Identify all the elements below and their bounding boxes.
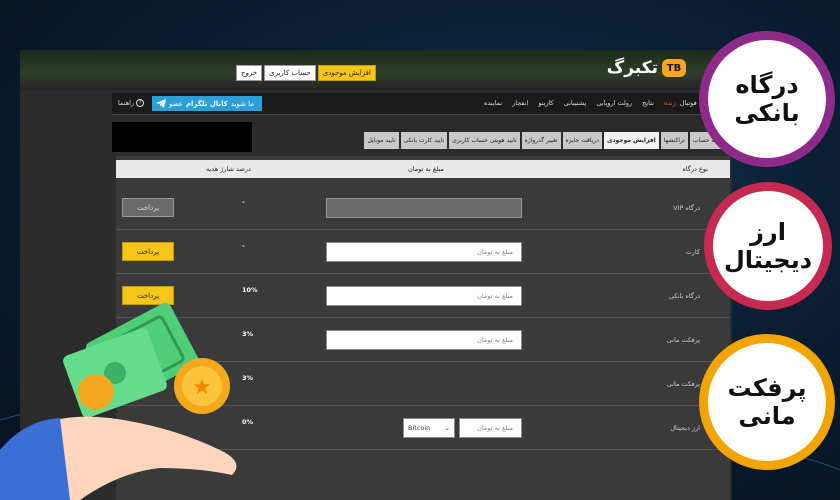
table-header: نوع درگاه مبلغ به تومان درصد شارژ هدیه bbox=[116, 160, 730, 178]
amount-input[interactable]: مبلغ به تومان bbox=[326, 330, 522, 350]
nav-items: پیش‌بینی فوتبال زنده نتایج رولت اروپایی … bbox=[484, 99, 722, 107]
deposit-button[interactable]: افزایش موجودی bbox=[317, 65, 376, 81]
account-button[interactable]: حساب کاربری bbox=[264, 65, 316, 81]
tab-transactions[interactable]: تراکنشها bbox=[660, 132, 688, 149]
badge-crypto-label: ارز دیجیتال bbox=[713, 191, 823, 301]
tab-deposit[interactable]: افزایش موجودی bbox=[603, 132, 659, 149]
nav-item-crash[interactable]: انفجار bbox=[512, 99, 528, 107]
live-badge: زنده bbox=[663, 99, 676, 107]
header-bonus: درصد شارژ هدیه bbox=[206, 165, 251, 173]
nav-item-agent[interactable]: نماینده bbox=[484, 99, 502, 107]
telegram-icon bbox=[156, 99, 166, 108]
amount-input[interactable]: مبلغ به تومان bbox=[326, 242, 522, 262]
amount-input[interactable]: مبلغ به تومان bbox=[459, 418, 522, 438]
header-gateway: نوع درگاه bbox=[682, 165, 708, 173]
badge-perfect-money: پرفکت مانی bbox=[699, 334, 835, 470]
pay-button[interactable]: پرداخت bbox=[122, 198, 174, 217]
table-row: کارت مبلغ به تومان - پرداخت bbox=[116, 230, 730, 274]
site-header: خروج حساب کاربری افزایش موجودی تکبرگ TB bbox=[20, 50, 732, 90]
badge-bank-gateway-label: درگاه بانکی bbox=[708, 40, 826, 158]
header-amount: مبلغ به تومان bbox=[408, 165, 444, 173]
gateway-label: VIP درگاه bbox=[673, 204, 700, 212]
tab-password[interactable]: تغییر گذرواژه bbox=[521, 132, 561, 149]
svg-text:★: ★ bbox=[192, 375, 212, 400]
help-link[interactable]: راهنما ? bbox=[118, 99, 145, 107]
bonus-percent: 10% bbox=[242, 286, 258, 294]
nav-item-support[interactable]: پشتیبانی bbox=[564, 99, 587, 107]
pay-button[interactable]: پرداخت bbox=[122, 242, 174, 261]
tab-prize[interactable]: دریافت جایزه bbox=[562, 132, 602, 149]
gateway-label: درگاه بانکی bbox=[668, 292, 700, 300]
nav-item-casino[interactable]: کازینو bbox=[538, 99, 553, 107]
account-buttons: خروج حساب کاربری افزایش موجودی bbox=[236, 65, 376, 81]
gateway-label: پرفکت مانی bbox=[666, 336, 700, 344]
currency-value: Bitcoin bbox=[408, 424, 431, 432]
amount-input[interactable]: مبلغ به تومان bbox=[326, 286, 522, 306]
gateway-label: پرفکت مانی bbox=[666, 380, 700, 388]
redacted-area bbox=[112, 122, 252, 152]
main-nav: راهنما ? عضو کانال تلگرام ما شوید پیش‌بی… bbox=[112, 93, 732, 115]
nav-item-results[interactable]: نتایج bbox=[642, 99, 654, 107]
logout-button[interactable]: خروج bbox=[236, 65, 263, 81]
telegram-strong: کانال تلگرام bbox=[185, 99, 228, 108]
nav-item-roulette[interactable]: رولت اروپایی bbox=[596, 99, 632, 107]
logo-text: تکبرگ bbox=[606, 58, 658, 78]
bonus-percent: - bbox=[242, 242, 245, 250]
badge-bank-gateway: درگاه بانکی bbox=[699, 31, 835, 167]
gateway-label: کارت bbox=[685, 248, 700, 256]
badge-perfect-money-label: پرفکت مانی bbox=[708, 343, 826, 461]
telegram-suffix: ما شوید bbox=[230, 99, 255, 108]
currency-select[interactable]: Bitcoin ⌄ bbox=[403, 418, 455, 438]
gateway-label: ارز دیجیتال bbox=[670, 424, 700, 432]
amount-input bbox=[326, 198, 522, 218]
tab-identity[interactable]: تایید هویتی حساب کاربری bbox=[449, 132, 520, 149]
hand-with-money-illustration: ★ bbox=[0, 302, 237, 500]
site-logo[interactable]: تکبرگ TB bbox=[607, 56, 686, 80]
tab-bank-card[interactable]: تایید کارت بانکی bbox=[400, 132, 448, 149]
telegram-prefix: عضو bbox=[169, 99, 183, 108]
account-tabs: خلاصه حساب تراکنشها افزایش موجودی دریافت… bbox=[270, 132, 730, 149]
badge-crypto: ارز دیجیتال bbox=[704, 182, 832, 310]
tab-mobile[interactable]: تایید موبایل bbox=[364, 132, 399, 149]
table-row: VIP درگاه - پرداخت bbox=[116, 186, 730, 230]
bonus-percent: - bbox=[242, 198, 245, 206]
help-label: راهنما bbox=[118, 99, 135, 107]
telegram-join-button[interactable]: عضو کانال تلگرام ما شوید bbox=[152, 96, 262, 111]
question-icon: ? bbox=[136, 99, 145, 107]
chevron-down-icon: ⌄ bbox=[444, 424, 450, 432]
logo-badge: TB bbox=[662, 59, 686, 77]
